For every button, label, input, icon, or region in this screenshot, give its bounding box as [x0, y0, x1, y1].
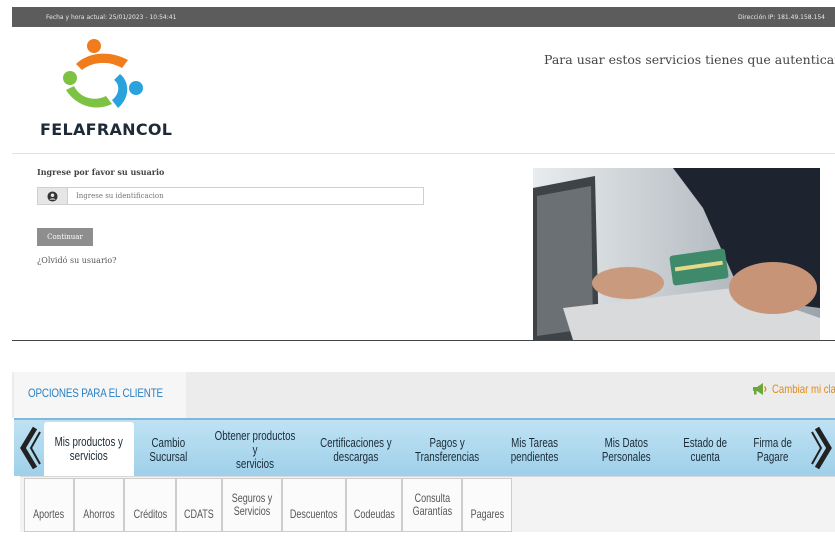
- nav-personal-data[interactable]: Mis Datos Personales: [580, 428, 672, 472]
- continue-button[interactable]: Continuar: [37, 228, 93, 246]
- nav-prev-icon[interactable]: [16, 420, 44, 476]
- subnav-descuentos[interactable]: Descuentos: [282, 478, 346, 532]
- nav-pending-tasks[interactable]: Mis Tareas pendientes: [490, 428, 580, 472]
- subnav-creditos[interactable]: Créditos: [124, 478, 176, 532]
- subnav-aportes[interactable]: Aportes: [24, 478, 74, 532]
- change-password-link[interactable]: Cambiar mi clave: [752, 382, 835, 396]
- username-field: [37, 187, 424, 205]
- auth-message: Para usar estos servicios tienes que aut…: [544, 52, 835, 67]
- nav-next-icon[interactable]: [808, 420, 835, 476]
- subnav-seguros[interactable]: Seguros y Servicios: [222, 478, 282, 532]
- subnav-codeudas[interactable]: Codeudas: [346, 478, 402, 532]
- username-input[interactable]: [68, 188, 423, 204]
- section-divider: [12, 340, 835, 341]
- nav-account-statement[interactable]: Estado de cuenta: [672, 428, 738, 472]
- nav-change-branch[interactable]: Cambio Sucursal: [134, 428, 202, 472]
- subnav-pagares[interactable]: Pagares: [462, 478, 512, 532]
- options-title: OPCIONES PARA EL CLIENTE: [28, 386, 163, 400]
- nav-certificates[interactable]: Certificaciones y descargas: [308, 428, 404, 472]
- megaphone-icon: [753, 383, 767, 395]
- top-bar: Fecha y hora actual: 25/01/2023 - 10:54:…: [12, 7, 835, 27]
- forgot-username-link[interactable]: ¿Olvidó su usuario?: [37, 256, 116, 265]
- subnav-cdats[interactable]: CDATS: [176, 478, 222, 532]
- ip-address: Dirección IP: 181.49.158.154: [738, 14, 825, 21]
- login-label: Ingrese por favor su usuario: [37, 167, 165, 177]
- subnav-consulta-garantias[interactable]: Consulta Garantías: [402, 478, 462, 532]
- nav-get-products[interactable]: Obtener productos y servicios: [202, 428, 308, 472]
- change-password-label: Cambiar mi clave: [772, 382, 835, 396]
- hero-image: [533, 168, 820, 340]
- current-datetime: Fecha y hora actual: 25/01/2023 - 10:54:…: [46, 14, 177, 21]
- nav-sign-promissory[interactable]: Firma de Pagare: [738, 428, 808, 472]
- brand-logo-icon: [63, 39, 143, 108]
- brand-name: FELAFRANCOL: [40, 120, 173, 139]
- nav-my-products[interactable]: Mis productos y servicios: [44, 422, 134, 476]
- user-icon: [38, 188, 68, 204]
- subnav-ahorros[interactable]: Ahorros: [74, 478, 124, 532]
- nav-payments[interactable]: Pagos y Transferencias: [404, 428, 490, 472]
- divider: [12, 153, 835, 154]
